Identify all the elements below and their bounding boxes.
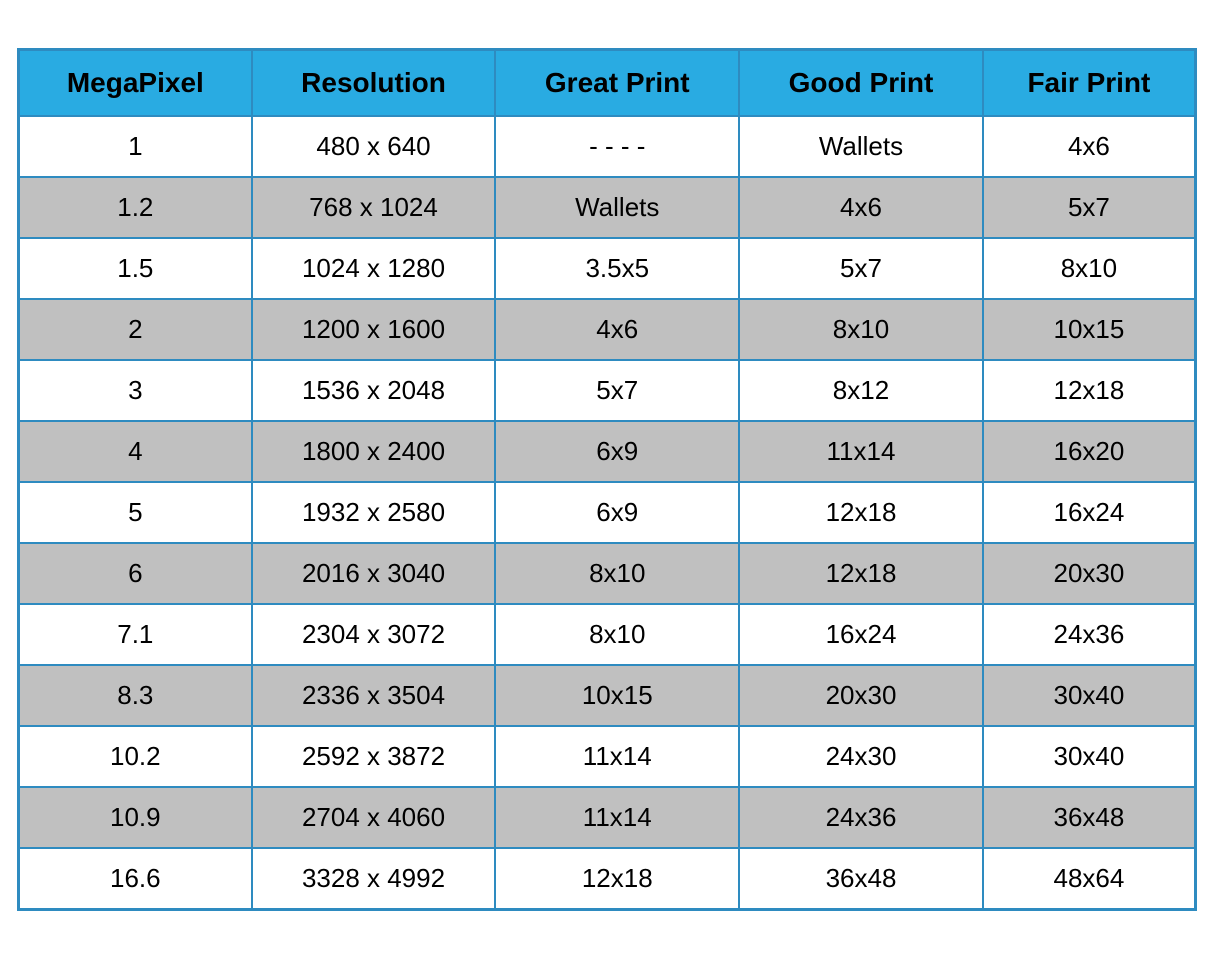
table-cell: 48x64 [983,848,1196,910]
table-cell: 24x30 [739,726,983,787]
table-row: 10.92704 x 406011x1424x3636x48 [19,787,1196,848]
table-cell: 10.9 [19,787,252,848]
table-cell: 768 x 1024 [252,177,496,238]
table-row: 21200 x 16004x68x1010x15 [19,299,1196,360]
table-cell: 480 x 640 [252,116,496,177]
table-cell: 10x15 [983,299,1196,360]
table-row: 1.2768 x 1024Wallets4x65x7 [19,177,1196,238]
table-cell: 4 [19,421,252,482]
table-cell: 2592 x 3872 [252,726,496,787]
table-cell: 2 [19,299,252,360]
table-cell: 11x14 [495,787,739,848]
table-cell: 16x24 [983,482,1196,543]
table-cell: 6x9 [495,421,739,482]
table-cell: 8.3 [19,665,252,726]
table-cell: 8x10 [983,238,1196,299]
table-cell: - - - - [495,116,739,177]
table-cell: 10.2 [19,726,252,787]
table-row: 7.12304 x 30728x1016x2424x36 [19,604,1196,665]
table-cell: 30x40 [983,665,1196,726]
header-fair-print: Fair Print [983,49,1196,116]
table-row: 8.32336 x 350410x1520x3030x40 [19,665,1196,726]
header-resolution: Resolution [252,49,496,116]
table-cell: 1.5 [19,238,252,299]
table-cell: 16x24 [739,604,983,665]
header-great-print: Great Print [495,49,739,116]
table-header-row: MegaPixel Resolution Great Print Good Pr… [19,49,1196,116]
table-cell: 1536 x 2048 [252,360,496,421]
table-row: 62016 x 30408x1012x1820x30 [19,543,1196,604]
table-cell: 36x48 [739,848,983,910]
table-cell: 24x36 [739,787,983,848]
table-cell: 12x18 [983,360,1196,421]
table-cell: 20x30 [739,665,983,726]
table-cell: 36x48 [983,787,1196,848]
table-cell: 5x7 [495,360,739,421]
table-cell: 6 [19,543,252,604]
table-cell: 5 [19,482,252,543]
table-cell: 1932 x 2580 [252,482,496,543]
table-cell: 20x30 [983,543,1196,604]
table-cell: 1.2 [19,177,252,238]
table-row: 1480 x 640- - - -Wallets4x6 [19,116,1196,177]
table-cell: 24x36 [983,604,1196,665]
table-cell: 16.6 [19,848,252,910]
table-cell: 4x6 [983,116,1196,177]
table-cell: 8x10 [495,543,739,604]
table-cell: 30x40 [983,726,1196,787]
table-cell: 4x6 [739,177,983,238]
table-cell: 8x10 [739,299,983,360]
table-cell: 3.5x5 [495,238,739,299]
table-cell: 5x7 [739,238,983,299]
table-cell: 8x12 [739,360,983,421]
table-cell: 12x18 [739,543,983,604]
table-cell: 1 [19,116,252,177]
table-cell: 12x18 [495,848,739,910]
table-cell: 11x14 [739,421,983,482]
table-row: 51932 x 25806x912x1816x24 [19,482,1196,543]
table-cell: 16x20 [983,421,1196,482]
table-cell: 2304 x 3072 [252,604,496,665]
table-cell: 10x15 [495,665,739,726]
table-row: 41800 x 24006x911x1416x20 [19,421,1196,482]
table-cell: 2016 x 3040 [252,543,496,604]
table-cell: 11x14 [495,726,739,787]
table-container: MegaPixel Resolution Great Print Good Pr… [17,48,1197,911]
table-row: 1.51024 x 12803.5x55x78x10 [19,238,1196,299]
table-cell: 2704 x 4060 [252,787,496,848]
table-cell: 2336 x 3504 [252,665,496,726]
table-row: 31536 x 20485x78x1212x18 [19,360,1196,421]
table-cell: 3328 x 4992 [252,848,496,910]
table-cell: 1800 x 2400 [252,421,496,482]
table-cell: 7.1 [19,604,252,665]
table-cell: 6x9 [495,482,739,543]
table-cell: 8x10 [495,604,739,665]
table-cell: 5x7 [983,177,1196,238]
print-resolution-table: MegaPixel Resolution Great Print Good Pr… [17,48,1197,911]
table-row: 16.63328 x 499212x1836x4848x64 [19,848,1196,910]
table-cell: 1200 x 1600 [252,299,496,360]
header-good-print: Good Print [739,49,983,116]
table-cell: Wallets [495,177,739,238]
table-row: 10.22592 x 387211x1424x3030x40 [19,726,1196,787]
table-cell: 1024 x 1280 [252,238,496,299]
table-cell: 12x18 [739,482,983,543]
table-cell: Wallets [739,116,983,177]
table-cell: 3 [19,360,252,421]
table-cell: 4x6 [495,299,739,360]
header-megapixel: MegaPixel [19,49,252,116]
